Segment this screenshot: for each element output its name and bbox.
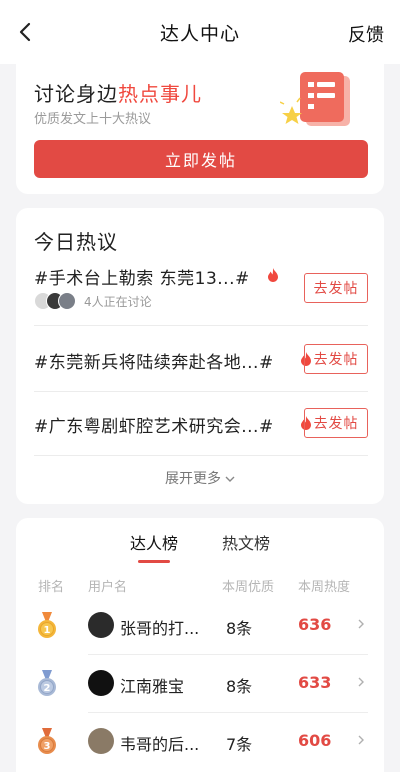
- tab-expert-rank[interactable]: 达人榜: [130, 530, 178, 554]
- section-title: 今日热议: [34, 230, 118, 254]
- chevron-right-icon: [358, 735, 364, 745]
- weekly-heat-value: 636: [298, 615, 332, 634]
- chevron-right-icon: [358, 677, 364, 687]
- weekly-heat-value: 633: [298, 673, 332, 692]
- column-header-rank: 排名: [38, 580, 65, 595]
- bronze-medal-icon: 3: [38, 728, 56, 754]
- avatar: [88, 612, 114, 638]
- topic-text: #手术台上勒索 东莞13...#: [34, 269, 250, 289]
- fire-icon: [268, 268, 278, 282]
- back-arrow-icon[interactable]: [12, 18, 40, 46]
- feedback-button[interactable]: 反馈: [348, 21, 384, 47]
- rank-row[interactable]: 2 江南雅宝 8条 633: [16, 654, 384, 712]
- banner-subtitle: 优质发文上十大热议: [34, 112, 152, 127]
- go-post-button[interactable]: 去发帖: [304, 273, 368, 303]
- expand-more-button[interactable]: 展开更多: [16, 468, 384, 488]
- hot-topic-banner-card: 讨论身边热点事儿 优质发文上十大热议 立即发帖: [16, 60, 384, 194]
- topic-text: #东莞新兵将陆续奔赴各地...#: [34, 353, 274, 373]
- go-post-button[interactable]: 去发帖: [304, 344, 368, 374]
- chevron-right-icon: [358, 619, 364, 629]
- active-tab-indicator: [138, 560, 170, 563]
- user-name: 张哥的打...: [120, 619, 200, 638]
- topic-item[interactable]: #东莞新兵将陆续奔赴各地...# 去发帖: [34, 326, 368, 392]
- weekly-quality-count: 8条: [226, 677, 253, 696]
- svg-text:2: 2: [44, 683, 51, 694]
- silver-medal-icon: 2: [38, 670, 56, 696]
- user-name: 江南雅宝: [120, 677, 185, 696]
- gold-medal-icon: 1: [38, 612, 56, 638]
- rank-row[interactable]: 1 张哥的打... 8条 636: [16, 596, 384, 654]
- user-name: 韦哥的后...: [120, 735, 200, 754]
- column-header-user: 用户名: [88, 580, 128, 595]
- weekly-heat-value: 606: [298, 731, 332, 750]
- page-title: 达人中心: [159, 22, 240, 45]
- column-header-heat: 本周热度: [298, 580, 351, 595]
- avatar: [88, 728, 114, 754]
- topic-item[interactable]: #广东粤剧虾腔艺术研究会...# 去发帖: [34, 392, 368, 456]
- go-post-button[interactable]: 去发帖: [304, 408, 368, 438]
- weekly-quality-count: 7条: [226, 735, 253, 754]
- svg-text:1: 1: [44, 625, 51, 636]
- avatar: [88, 670, 114, 696]
- tab-hot-article-rank[interactable]: 热文榜: [222, 530, 270, 554]
- chevron-down-icon: [225, 476, 235, 482]
- banner-title-prefix: 讨论身边: [34, 82, 118, 106]
- participant-avatars: [34, 292, 80, 310]
- expand-more-label: 展开更多: [165, 471, 221, 487]
- discussion-meta: 4人正在讨论: [34, 292, 152, 310]
- svg-text:3: 3: [44, 741, 51, 752]
- topic-text: #广东粤剧虾腔艺术研究会...#: [34, 417, 274, 437]
- avatar: [58, 292, 76, 310]
- post-now-button[interactable]: 立即发帖: [34, 140, 368, 178]
- column-header-quality: 本周优质: [222, 580, 275, 595]
- topic-item[interactable]: #手术台上勒索 东莞13...# 去发帖 4人正在讨论: [34, 258, 368, 326]
- banner-title-highlight: 热点事儿: [118, 82, 202, 106]
- banner-title: 讨论身边热点事儿: [34, 78, 202, 107]
- rank-row[interactable]: 3 韦哥的后... 7条 606: [16, 712, 384, 770]
- ranking-tabs: 达人榜 热文榜: [16, 530, 384, 570]
- discussion-count: 4人正在讨论: [84, 294, 152, 309]
- top-nav-bar: 达人中心 反馈: [0, 0, 400, 64]
- ranking-card: 达人榜 热文榜 排名 用户名 本周优质 本周热度 1 张哥的打... 8条 63…: [16, 518, 384, 772]
- weekly-quality-count: 8条: [226, 619, 253, 638]
- today-hot-topics-card: 今日热议 #手术台上勒索 东莞13...# 去发帖 4人正在讨论 #东莞新兵将陆…: [16, 208, 384, 504]
- document-star-illustration-icon: [280, 72, 350, 126]
